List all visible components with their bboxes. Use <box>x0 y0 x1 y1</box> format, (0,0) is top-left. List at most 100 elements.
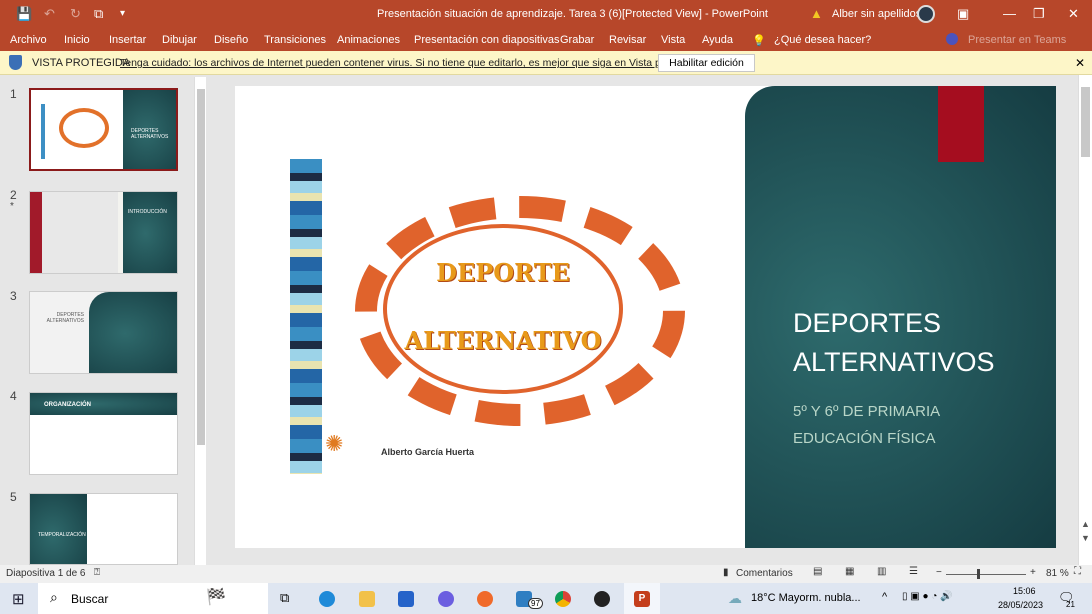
enable-editing-button[interactable]: Habilitar edición <box>658 54 755 72</box>
clock-date[interactable]: 28/05/2023 <box>998 600 1043 610</box>
author-logo-icon: ✺ <box>325 431 344 456</box>
thumbnail-slide-4[interactable]: ORGANIZACIÓN <box>29 392 178 475</box>
status-bar: Diapositiva 1 de 6 ⍰ ▮ Comentarios ▤ ▦ ▥… <box>0 565 1092 583</box>
thumbnail-slide-1[interactable]: DEPORTES ALTERNATIVOS <box>29 88 178 171</box>
logo-text-1: DEPORTE <box>436 258 570 287</box>
slide-subtitle: 5º Y 6º DE PRIMARIA EDUCACIÓN FÍSICA <box>793 398 940 452</box>
search-input[interactable]: Buscar <box>71 592 108 606</box>
search-box[interactable]: ⌕ Buscar 🏁 <box>38 583 268 614</box>
save-icon[interactable]: 💾 <box>16 6 32 22</box>
weather-text[interactable]: 18°C Mayorm. nubla... <box>751 592 861 604</box>
zoom-in-button[interactable]: + <box>1030 567 1036 578</box>
slide-number: 1 <box>10 87 17 101</box>
window-title: Presentación situación de aprendizaje. T… <box>377 8 768 20</box>
zoom-level[interactable]: 81 % <box>1046 568 1069 579</box>
thumbnail-pane: 1 DEPORTES ALTERNATIVOS 2 * INTRODUCCIÓN… <box>0 75 208 565</box>
fit-slide-icon[interactable]: ⛶ <box>1074 566 1081 577</box>
slide-title-line: DEPORTES <box>793 308 942 338</box>
file-explorer-icon[interactable] <box>359 591 375 607</box>
close-button[interactable]: ✕ <box>1068 6 1079 22</box>
star-icon: * <box>10 201 14 212</box>
zoom-slider[interactable] <box>946 574 1026 575</box>
logo-ellipse <box>383 224 623 394</box>
chrome-icon[interactable] <box>555 591 571 607</box>
accessibility-icon[interactable]: ⍰ <box>94 567 100 578</box>
reading-view-icon[interactable]: ▥ <box>877 566 886 577</box>
comments-button[interactable]: Comentarios <box>736 568 793 579</box>
present-teams-button[interactable]: Presentar en Teams <box>968 34 1066 46</box>
comments-icon[interactable]: ▮ <box>723 567 729 578</box>
customize-icon[interactable]: ▾ <box>120 8 125 19</box>
undo-icon[interactable]: ↶ <box>44 6 55 22</box>
previous-slide-icon[interactable]: ▲ <box>1081 519 1090 529</box>
mail-badge: 97 <box>528 598 543 609</box>
start-icon[interactable]: ⊞ <box>12 590 25 608</box>
clock-time[interactable]: 15:06 <box>1013 586 1036 596</box>
user-name[interactable]: Alber sin apellidos <box>832 8 921 20</box>
powerpoint-taskbar-button[interactable]: P <box>624 583 660 614</box>
present-icon[interactable]: ⧉ <box>94 6 103 22</box>
tab-presentacion[interactable]: Presentación con diapositivas <box>414 34 560 46</box>
tray-chevron-icon[interactable]: ^ <box>882 591 887 603</box>
slide-number: 5 <box>10 490 17 504</box>
lightbulb-icon: 💡 <box>752 35 766 47</box>
slide-number: 3 <box>10 289 17 303</box>
tab-dibujar[interactable]: Dibujar <box>162 34 197 46</box>
thumbnail-slide-3[interactable]: DEPORTES ALTERNATIVOS <box>29 291 178 374</box>
slide-title: DEPORTES ALTERNATIVOS <box>793 304 995 382</box>
tray-icons[interactable]: ▯ ▣ ● ◔ 🔊 <box>902 591 953 602</box>
slide-canvas: DEPORTE ALTERNATIVO ✺ Alberto García Hue… <box>235 86 1056 548</box>
shield-icon <box>9 55 22 70</box>
teams-icon <box>946 33 958 45</box>
slide-info: Diapositiva 1 de 6 <box>6 568 86 579</box>
striped-bar <box>290 159 322 474</box>
tab-inicio[interactable]: Inicio <box>64 34 90 46</box>
obs-icon[interactable] <box>594 591 610 607</box>
race-car-icon: 🏁 <box>206 589 226 606</box>
tab-grabar[interactable]: Grabar <box>560 34 594 46</box>
redo-icon[interactable]: ↻ <box>70 6 81 22</box>
tab-diseno[interactable]: Diseño <box>214 34 248 46</box>
tab-ayuda[interactable]: Ayuda <box>702 34 733 46</box>
store-icon[interactable] <box>398 591 414 607</box>
search-icon: ⌕ <box>50 589 58 605</box>
edge-icon[interactable] <box>319 591 335 607</box>
slide-sorter-icon[interactable]: ▦ <box>845 566 854 577</box>
red-tab <box>938 86 984 162</box>
slide-number: 4 <box>10 389 17 403</box>
thumbnail-scrollbar[interactable] <box>194 77 206 565</box>
tab-archivo[interactable]: Archivo <box>10 34 47 46</box>
protected-label: VISTA PROTEGIDA <box>32 57 131 69</box>
thumbnail-title: DEPORTES ALTERNATIVOS <box>46 312 84 324</box>
restore-button[interactable]: ❐ <box>1033 6 1045 22</box>
tab-animaciones[interactable]: Animaciones <box>337 34 400 46</box>
ribbon-tabs: Archivo Inicio Insertar Dibujar Diseño T… <box>0 28 1092 51</box>
ribbon-display-icon[interactable]: ▣ <box>957 6 969 22</box>
warning-icon: ▲ <box>810 6 823 21</box>
tab-transiciones[interactable]: Transiciones <box>264 34 326 46</box>
tab-revisar[interactable]: Revisar <box>609 34 646 46</box>
subtitle-line: 5º Y 6º DE PRIMARIA <box>793 403 941 420</box>
next-slide-icon[interactable]: ▼ <box>1081 533 1090 543</box>
protected-view-bar: VISTA PROTEGIDA Tenga cuidado: los archi… <box>0 51 1092 75</box>
avatar[interactable] <box>917 5 935 23</box>
minimize-button[interactable]: — <box>1003 6 1016 21</box>
normal-view-icon[interactable]: ▤ <box>813 566 822 577</box>
close-bar-icon[interactable]: ✕ <box>1075 56 1085 70</box>
copilot-icon[interactable] <box>438 591 454 607</box>
firefox-icon[interactable] <box>477 591 493 607</box>
tab-insertar[interactable]: Insertar <box>109 34 146 46</box>
thumbnail-slide-5[interactable]: TEMPORALIZACIÓN <box>29 493 178 565</box>
weather-icon: ☁ <box>728 590 742 606</box>
slide-scrollbar[interactable]: ▲ ▼ <box>1078 75 1092 565</box>
tab-vista[interactable]: Vista <box>661 34 685 46</box>
zoom-slider-thumb[interactable] <box>977 569 980 579</box>
protected-message[interactable]: Tenga cuidado: los archivos de Internet … <box>120 57 702 69</box>
tell-me-input[interactable]: ¿Qué desea hacer? <box>774 34 871 46</box>
slide-title-line: ALTERNATIVOS <box>793 347 995 377</box>
slideshow-icon[interactable]: ☰ <box>909 566 918 577</box>
thumbnail-slide-2[interactable]: INTRODUCCIÓN <box>29 191 178 274</box>
thumbnail-title: INTRODUCCIÓN <box>128 209 167 215</box>
task-view-icon[interactable]: ⧉ <box>280 590 289 606</box>
zoom-out-button[interactable]: − <box>936 567 942 578</box>
